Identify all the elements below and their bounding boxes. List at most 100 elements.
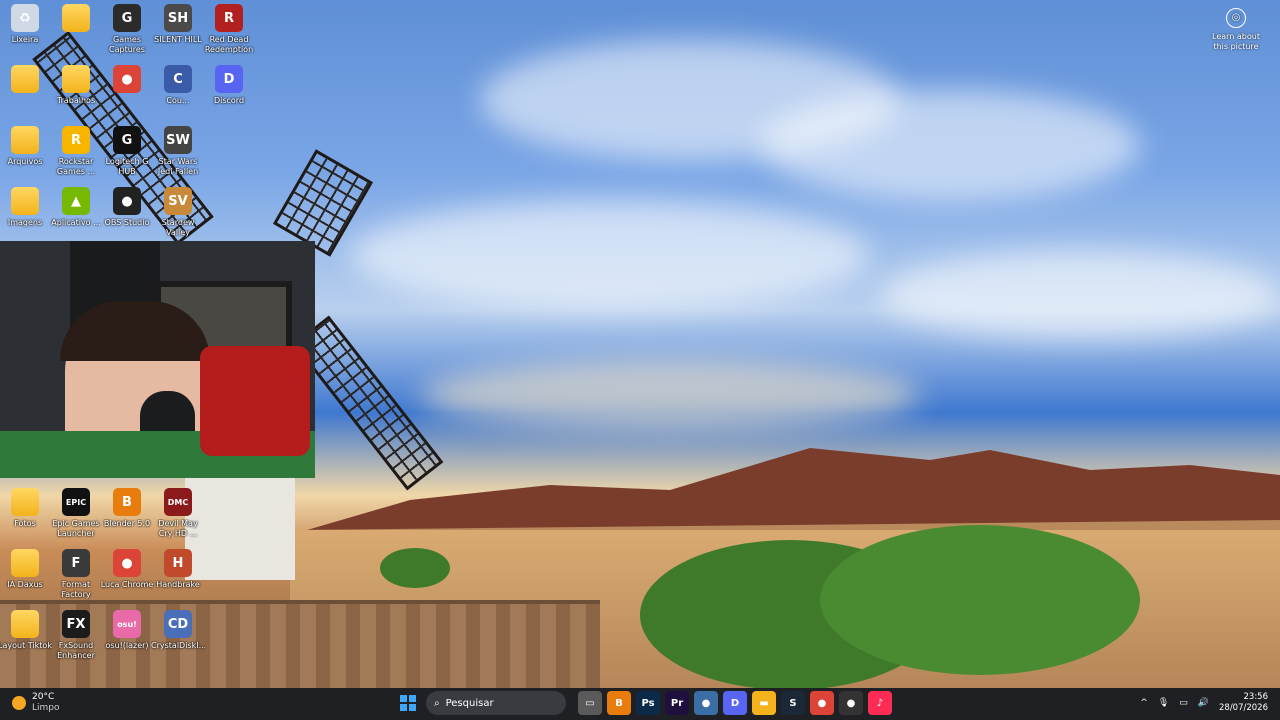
- desktop-icon-label: Logitech G HUB: [105, 157, 149, 176]
- folder-icon: [11, 187, 39, 215]
- weather-condition: Limpo: [32, 703, 60, 713]
- desktop-icon[interactable]: Arquivos: [0, 126, 52, 167]
- bush: [820, 525, 1140, 675]
- desktop-icon[interactable]: ● Luca Chrome: [100, 549, 154, 590]
- desktop-icon[interactable]: [49, 4, 103, 35]
- game-icon: R: [215, 4, 243, 32]
- folder-icon: [62, 65, 90, 93]
- time: 23:56: [1243, 692, 1269, 702]
- desktop-icon-label: SILENT HILL: [154, 35, 202, 44]
- folder-icon: [11, 488, 39, 516]
- temperature: 20°C: [32, 692, 55, 702]
- date: 28/07/2026: [1219, 703, 1268, 713]
- premiere-icon[interactable]: Pr: [665, 691, 689, 715]
- network-icon[interactable]: ▭: [1179, 698, 1188, 708]
- rockstar-icon: R: [62, 126, 90, 154]
- chrome-icon[interactable]: ●: [810, 691, 834, 715]
- desktop-icon-label: Fotos: [14, 519, 36, 528]
- app-icon: C: [164, 65, 192, 93]
- desktop-icon-label: Lixeira: [11, 35, 39, 44]
- desktop-icon-label: Imagens: [7, 218, 43, 227]
- learn-about-picture-label: Learn about this picture: [1212, 32, 1260, 51]
- desktop-icon[interactable]: G Logitech G HUB: [100, 126, 154, 177]
- file-explorer-icon[interactable]: ▬: [752, 691, 776, 715]
- folder-icon: [62, 4, 90, 32]
- capture-icon: G: [113, 4, 141, 32]
- desktop-icon[interactable]: ▲ Aplicativo ...: [49, 187, 103, 228]
- desktop-icon[interactable]: Fotos: [0, 488, 52, 529]
- discord-icon[interactable]: D: [723, 691, 747, 715]
- desktop-icon-label: Rockstar Games ...: [56, 157, 96, 176]
- microphone-icon[interactable]: 🎙: [1158, 698, 1169, 708]
- clock[interactable]: 23:56 28/07/2026: [1219, 692, 1268, 714]
- weather-widget[interactable]: 20°C Limpo: [12, 692, 60, 714]
- desktop-icon-label: Handbrake: [156, 580, 200, 589]
- game-icon: SV: [164, 187, 192, 215]
- desktop-icon[interactable]: R Rockstar Games ...: [49, 126, 103, 177]
- discord-icon: D: [215, 65, 243, 93]
- desktop-icon-label: Trabalhos: [56, 96, 96, 105]
- epic-icon: EPIC: [62, 488, 90, 516]
- steam-icon[interactable]: S: [781, 691, 805, 715]
- folder-icon: [11, 65, 39, 93]
- desktop-icon[interactable]: ♻ Lixeira: [0, 4, 52, 45]
- blender-icon[interactable]: B: [607, 691, 631, 715]
- desktop-icon[interactable]: ● OBS Studio: [100, 187, 154, 228]
- desktop-icon[interactable]: R Red Dead Redemption: [202, 4, 256, 55]
- desktop-icon-label: Devil May Cry HD ...: [158, 519, 198, 538]
- crystaldisk-icon: CD: [164, 610, 192, 638]
- desktop-icon-label: Games Captures: [109, 35, 145, 54]
- folder-icon: [11, 549, 39, 577]
- game-icon: SH: [164, 4, 192, 32]
- chevron-up-icon[interactable]: ^: [1140, 698, 1148, 708]
- desktop-icon[interactable]: B Blender 5.0: [100, 488, 154, 529]
- tiktok-icon[interactable]: ♪: [868, 691, 892, 715]
- search-input[interactable]: ⌕ Pesquisar: [426, 691, 566, 715]
- desktop-icon[interactable]: D Discord: [202, 65, 256, 106]
- desktop-icon[interactable]: IA Daxus: [0, 549, 52, 590]
- bush: [380, 548, 450, 588]
- desktop-icon[interactable]: osu! osu!(lazer): [100, 610, 154, 651]
- desktop-icon[interactable]: C Cou...: [151, 65, 205, 106]
- chrome-icon: ●: [113, 549, 141, 577]
- desktop-icon[interactable]: CD CrystalDiskI...: [151, 610, 205, 651]
- desktop-icon[interactable]: F Format Factory: [49, 549, 103, 600]
- desktop-icon[interactable]: Layout Tiktok: [0, 610, 52, 651]
- app-icon[interactable]: ●: [694, 691, 718, 715]
- osu-icon: osu!: [113, 610, 141, 638]
- desktop-icon[interactable]: H Handbrake: [151, 549, 205, 590]
- desktop-icon[interactable]: Trabalhos: [49, 65, 103, 106]
- taskbar: 20°C Limpo ⌕ Pesquisar ▭ B Ps Pr ● D ▬ S ● ● ♪ ^ 🎙…: [0, 688, 1280, 720]
- system-tray: ^ 🎙 ▭ 🔊 23:56 28/07/2026: [1140, 692, 1268, 714]
- weather-icon: [12, 696, 26, 710]
- desktop-icon-label: Layout Tiktok: [0, 641, 52, 650]
- webcam-overlay: [0, 241, 315, 478]
- desktop-icon-label: Blender 5.0: [103, 519, 151, 528]
- learn-about-picture-button[interactable]: ◎ Learn about this picture: [1206, 8, 1266, 52]
- desktop-icon[interactable]: DMC Devil May Cry HD ...: [151, 488, 205, 539]
- desktop-icon-label: Cou...: [166, 96, 190, 105]
- start-button[interactable]: [396, 691, 420, 715]
- pinned-apps: ▭ B Ps Pr ● D ▬ S ● ● ♪: [578, 691, 892, 715]
- game-icon: DMC: [164, 488, 192, 516]
- desktop-icon[interactable]: FX FxSound Enhancer: [49, 610, 103, 661]
- desktop-icon[interactable]: SH SILENT HILL: [151, 4, 205, 45]
- desktop-icon[interactable]: G Games Captures: [100, 4, 154, 55]
- game-icon: SW: [164, 126, 192, 154]
- volume-icon[interactable]: 🔊: [1198, 698, 1209, 708]
- desktop-icon-label: Aplicativo ...: [51, 218, 101, 227]
- desktop-icon[interactable]: [0, 65, 52, 96]
- obs-icon[interactable]: ●: [839, 691, 863, 715]
- desktop-icon[interactable]: EPIC Epic Games Launcher: [49, 488, 103, 539]
- desktop-icon[interactable]: SV Stardew Valley: [151, 187, 205, 238]
- search-icon: ⌕: [434, 697, 440, 709]
- desktop-icon-label: Luca Chrome: [100, 580, 154, 589]
- photoshop-icon[interactable]: Ps: [636, 691, 660, 715]
- desktop-icon[interactable]: Imagens: [0, 187, 52, 228]
- handbrake-icon: H: [164, 549, 192, 577]
- task-view-icon[interactable]: ▭: [578, 691, 602, 715]
- obs-icon: ●: [113, 187, 141, 215]
- format-factory-icon: F: [62, 549, 90, 577]
- desktop-icon[interactable]: SW Star Wars Jedi Fallen: [151, 126, 205, 177]
- desktop-icon[interactable]: ●: [100, 65, 154, 96]
